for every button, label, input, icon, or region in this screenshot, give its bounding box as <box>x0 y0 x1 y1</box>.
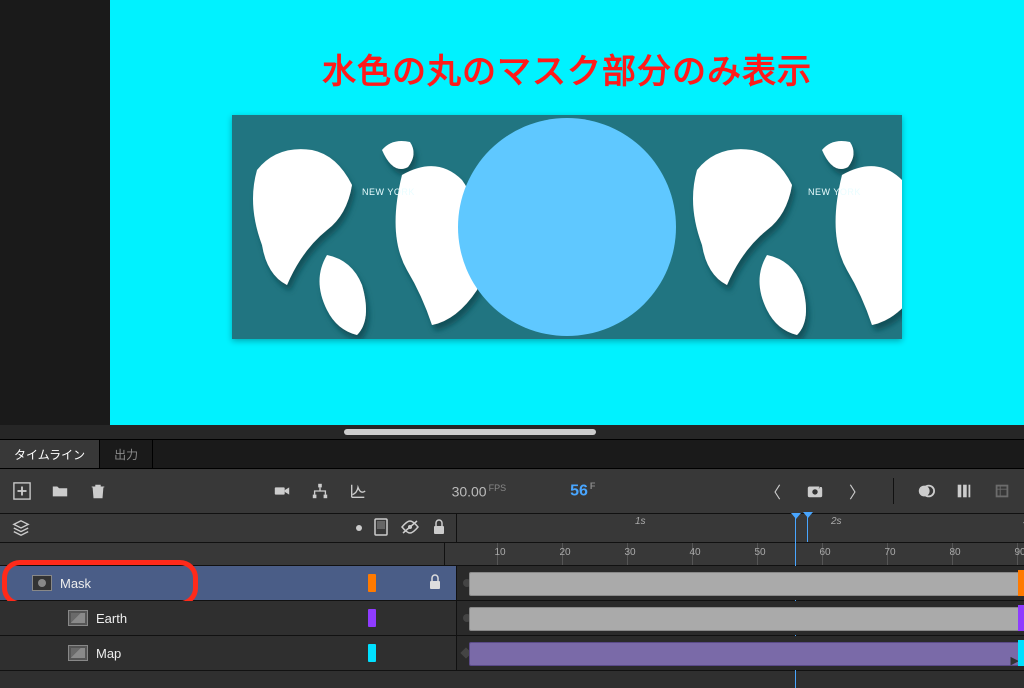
lock-icon[interactable] <box>428 574 442 593</box>
layer-track-mask[interactable] <box>457 566 1024 600</box>
folder-button[interactable] <box>50 481 70 501</box>
layer-thumb-icon <box>68 645 88 661</box>
device-icon[interactable] <box>374 518 388 539</box>
prev-key-button[interactable]: 〈 <box>759 479 787 503</box>
app-root: 水色の丸のマスク部分のみ表示 <box>0 0 1024 688</box>
second-marker-2: 2s <box>831 516 842 527</box>
preview-gutter <box>0 0 110 425</box>
keyframe-dot-icon <box>356 525 362 531</box>
current-frame-display[interactable]: 56F <box>570 481 595 500</box>
camera-button[interactable] <box>272 481 292 501</box>
layer-header-col <box>0 514 457 542</box>
layer-color-chip[interactable] <box>368 574 376 592</box>
timeline-panel: タイムライン 出力 30.00FPS 56F 〈 A 〉 <box>0 439 1024 688</box>
playhead[interactable] <box>807 514 808 542</box>
preview-scrollbar[interactable] <box>0 425 1024 439</box>
toolbar-divider <box>893 478 894 504</box>
layer-track-earth[interactable] <box>457 601 1024 635</box>
layer-row-map[interactable]: Map ▶ <box>0 636 1024 671</box>
layer-color-chip[interactable] <box>368 609 376 627</box>
mask-mode-button[interactable] <box>916 481 936 501</box>
layer-name-label: Earth <box>96 611 127 626</box>
layers-icon[interactable] <box>12 518 30 538</box>
visibility-icon[interactable] <box>400 519 420 538</box>
hierarchy-button[interactable] <box>310 481 330 501</box>
graph-button[interactable] <box>348 481 368 501</box>
clip-mask[interactable] <box>469 572 1022 596</box>
layer-track-map[interactable]: ▶ <box>457 636 1024 670</box>
timeline-header-row: 1s 2s 3s <box>0 514 1024 543</box>
snapshot-button[interactable]: A <box>805 481 825 501</box>
fps-display[interactable]: 30.00FPS <box>452 483 507 500</box>
clip-edge-icon <box>1018 605 1024 631</box>
layer-name-label: Map <box>96 646 121 661</box>
mask-circle <box>458 118 676 336</box>
add-button[interactable] <box>12 481 32 501</box>
composition-canvas[interactable]: 水色の丸のマスク部分のみ表示 <box>110 0 1024 425</box>
tab-timeline[interactable]: タイムライン <box>0 440 100 468</box>
next-key-button[interactable]: 〉 <box>843 479 871 503</box>
svg-text:A: A <box>819 483 824 490</box>
map-city-label: NEW YORK <box>362 187 415 197</box>
columns-button[interactable] <box>954 481 974 501</box>
ruler-gutter <box>0 543 445 565</box>
lock-header-icon[interactable] <box>432 519 446 538</box>
clip-map[interactable]: ▶ <box>469 642 1022 666</box>
annotation-text: 水色の丸のマスク部分のみ表示 <box>322 44 812 93</box>
layer-color-chip[interactable] <box>368 644 376 662</box>
layer-thumb-icon <box>32 575 52 591</box>
second-marker-1: 1s <box>635 516 646 527</box>
layer-row-mask[interactable]: Mask <box>0 566 1024 601</box>
timeline-frame-ruler-row: 10 20 30 40 50 60 70 80 90 <box>0 543 1024 566</box>
clip-edge-icon <box>1018 570 1024 596</box>
tab-output[interactable]: 出力 <box>100 440 153 468</box>
expand-button[interactable] <box>992 481 1012 501</box>
panel-tabbar: タイムライン 出力 <box>0 440 1024 469</box>
timeline-toolbar: 30.00FPS 56F 〈 A 〉 <box>0 469 1024 514</box>
clip-edge-icon <box>1018 640 1024 666</box>
timeline-seconds-ruler[interactable]: 1s 2s 3s <box>457 514 1024 542</box>
preview-area: 水色の丸のマスク部分のみ表示 <box>0 0 1024 425</box>
layer-thumb-icon <box>68 610 88 626</box>
layer-name-label: Mask <box>60 576 91 591</box>
map-city-label: NEW YORK <box>808 187 861 197</box>
world-map-layer: NEW YORK NEW YORK <box>232 115 902 339</box>
trash-button[interactable] <box>88 481 108 501</box>
frame-ruler[interactable]: 10 20 30 40 50 60 70 80 90 <box>445 543 1024 565</box>
clip-earth[interactable] <box>469 607 1022 631</box>
scrollbar-thumb[interactable] <box>344 429 596 435</box>
layer-row-earth[interactable]: Earth <box>0 601 1024 636</box>
